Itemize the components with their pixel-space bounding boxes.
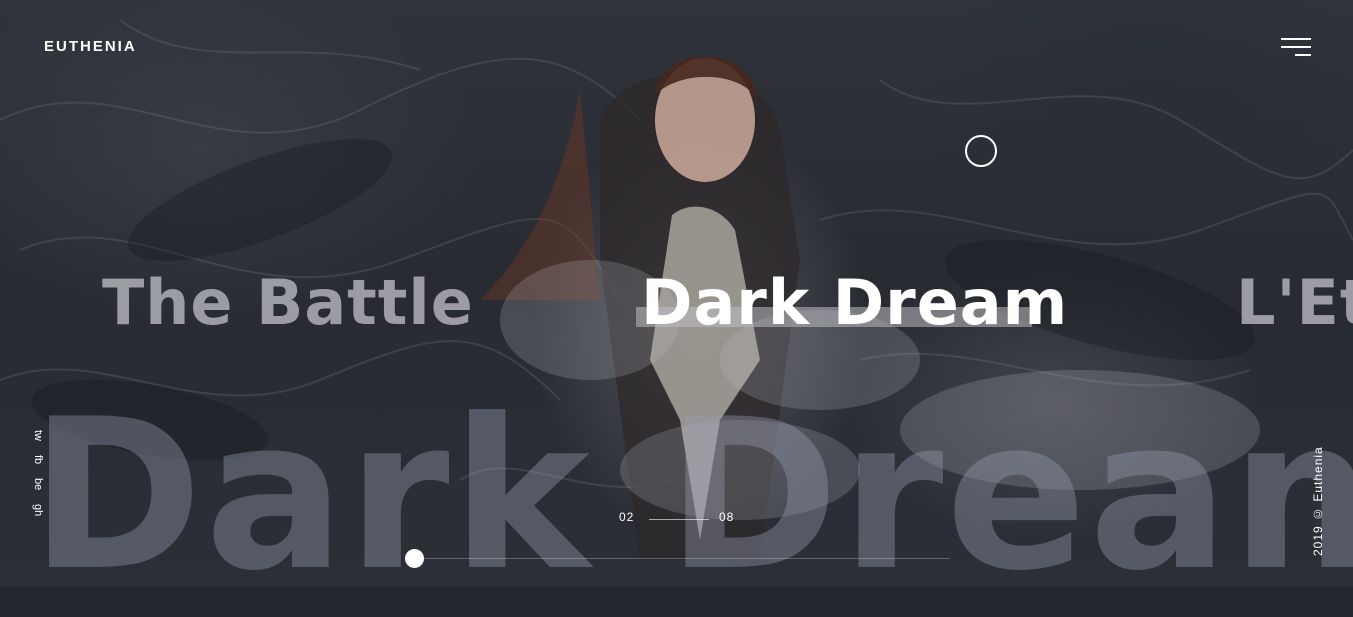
social-link-twitter[interactable]: tw bbox=[32, 430, 44, 441]
hamburger-menu-icon[interactable] bbox=[1278, 36, 1314, 62]
social-link-behance[interactable]: be bbox=[32, 478, 44, 490]
menu-line-1 bbox=[1281, 38, 1311, 40]
slider-progress-handle[interactable] bbox=[405, 549, 424, 568]
menu-line-3 bbox=[1295, 54, 1311, 56]
slide-title-active[interactable]: Dark Dream bbox=[641, 266, 1068, 339]
slider-progress-track[interactable] bbox=[405, 549, 950, 568]
social-links: tw fb be gh bbox=[30, 430, 46, 517]
slide-counter-current: 02 bbox=[619, 510, 635, 524]
copyright-text: 2019 © Euthenia bbox=[1311, 446, 1325, 556]
slide-counter-divider bbox=[649, 519, 709, 520]
slide-title-prev[interactable]: The Battle bbox=[102, 266, 474, 339]
menu-line-2 bbox=[1281, 46, 1311, 48]
slide-counter-total: 08 bbox=[719, 510, 735, 524]
social-link-github[interactable]: gh bbox=[32, 504, 44, 516]
slide-title-next[interactable]: L'Et bbox=[1236, 266, 1353, 339]
background-slide-title: Dark Dream bbox=[30, 375, 1353, 617]
social-link-facebook[interactable]: fb bbox=[32, 455, 44, 464]
cursor-circle bbox=[965, 135, 997, 167]
site-logo[interactable]: EUTHENIA bbox=[44, 38, 137, 55]
